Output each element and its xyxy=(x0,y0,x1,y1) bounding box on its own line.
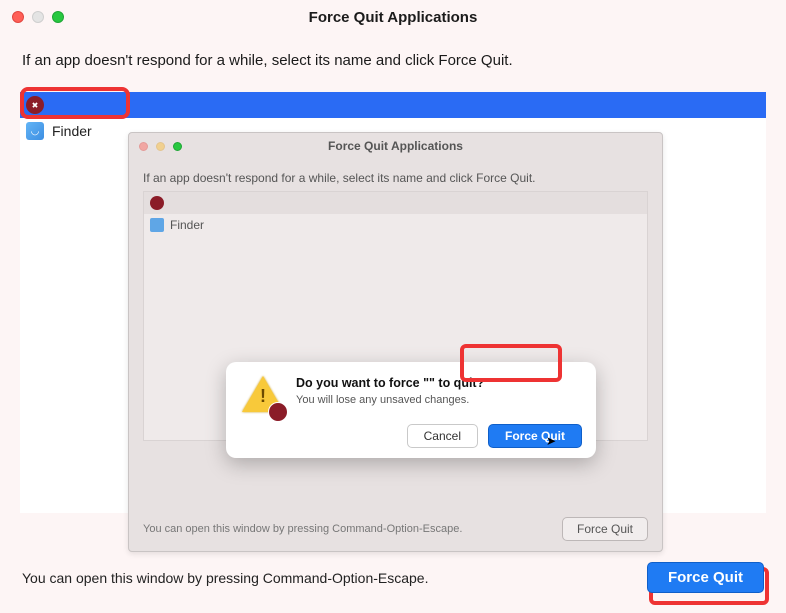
window-title: Force Quit Applications xyxy=(0,9,786,26)
warning-icon: ! xyxy=(242,376,284,418)
cancel-button[interactable]: Cancel xyxy=(407,424,478,448)
titlebar: Force Quit Applications xyxy=(0,0,786,34)
inner-titlebar: Force Quit Applications xyxy=(129,133,662,159)
instruction-text: If an app doesn't respond for a while, s… xyxy=(0,34,786,79)
footer: You can open this window by pressing Com… xyxy=(22,562,764,593)
force-quit-button[interactable]: Force Quit xyxy=(647,562,764,593)
dialog-heading: Do you want to force "" to quit? xyxy=(296,376,484,390)
app-name: Finder xyxy=(52,123,92,139)
inner-force-quit-button[interactable]: Force Quit xyxy=(562,517,648,541)
dialog-body: You will lose any unsaved changes. xyxy=(296,394,484,406)
inner-footer: You can open this window by pressing Com… xyxy=(143,517,648,541)
cursor-icon: ➤ xyxy=(546,434,556,448)
app-icon-unresponsive xyxy=(26,96,44,114)
inner-window-title: Force Quit Applications xyxy=(129,139,662,153)
inner-force-quit-window: Force Quit Applications If an app doesn'… xyxy=(128,132,663,552)
finder-icon xyxy=(26,122,44,140)
inner-app-row-finder[interactable]: Finder xyxy=(144,214,647,236)
inner-instruction: If an app doesn't respond for a while, s… xyxy=(129,159,662,191)
footer-hint: You can open this window by pressing Com… xyxy=(22,570,429,586)
app-row-selected[interactable] xyxy=(20,92,766,118)
force-quit-window: Force Quit Applications If an app doesn'… xyxy=(0,0,786,613)
app-list: Finder Force Quit Applications If an app… xyxy=(20,92,766,513)
finder-icon xyxy=(150,218,164,232)
inner-footer-hint: You can open this window by pressing Com… xyxy=(143,523,462,535)
app-name: Finder xyxy=(170,218,204,232)
confirm-force-quit-dialog: ! Do you want to force "" to quit? You w… xyxy=(226,362,596,458)
app-icon-unresponsive xyxy=(150,196,164,210)
inner-app-row-selected[interactable] xyxy=(144,192,647,214)
force-quit-button[interactable]: Force Quit xyxy=(488,424,582,448)
inner-app-list: Finder ! Do you want to force "" to quit… xyxy=(143,191,648,441)
